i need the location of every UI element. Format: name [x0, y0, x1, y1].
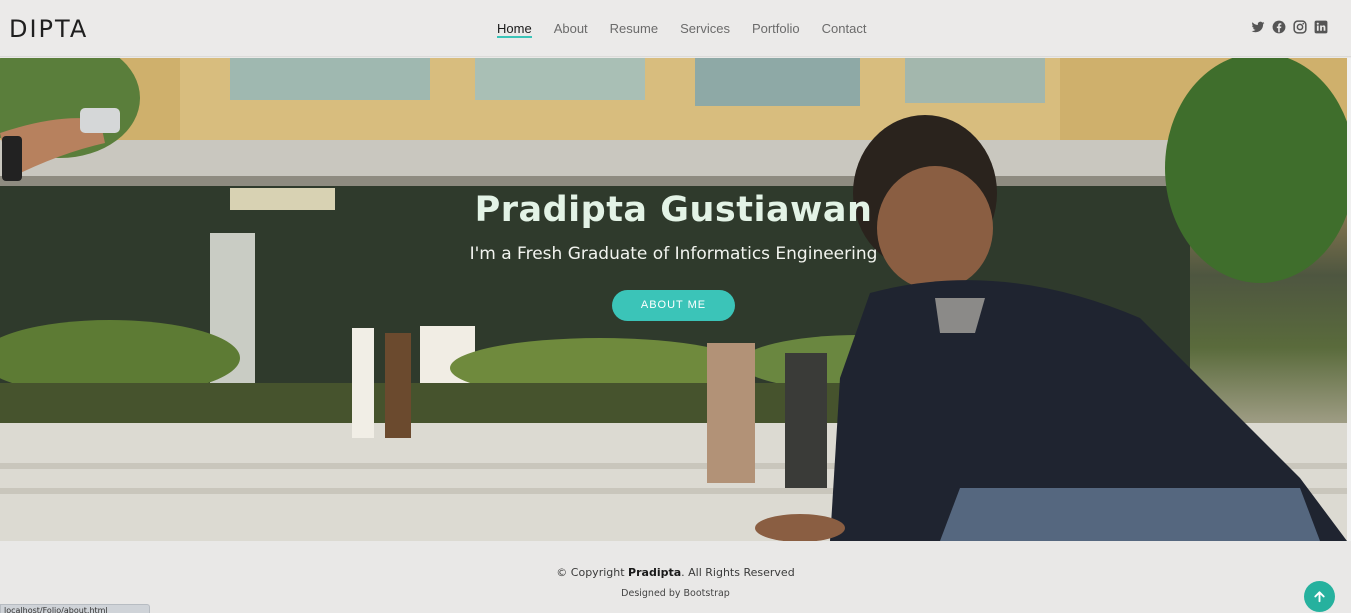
hero-title: Pradipta Gustiawan [474, 190, 873, 230]
twitter-icon[interactable] [1251, 20, 1265, 34]
nav-portfolio[interactable]: Portfolio [741, 0, 811, 57]
page-scrollbar[interactable] [1347, 58, 1351, 541]
site-logo[interactable]: DIPTA [9, 15, 88, 43]
site-header: DIPTA Home About Resume Services Portfol… [0, 0, 1351, 57]
status-bar-url: localhost/Folio/about.html [0, 604, 150, 613]
copyright-name: Pradipta [628, 566, 682, 579]
main-nav: Home About Resume Services Portfolio Con… [486, 0, 877, 57]
social-links [1251, 20, 1328, 34]
footer-credits[interactable]: Designed by Bootstrap [0, 588, 1351, 599]
nav-home[interactable]: Home [486, 0, 543, 57]
linkedin-icon[interactable] [1314, 20, 1328, 34]
facebook-icon[interactable] [1272, 20, 1286, 34]
footer-copyright: © Copyright Pradipta. All Rights Reserve… [0, 566, 1351, 579]
instagram-icon[interactable] [1293, 20, 1307, 34]
nav-resume[interactable]: Resume [599, 0, 669, 57]
hero-subtitle: I'm a Fresh Graduate of Informatics Engi… [469, 244, 878, 264]
arrow-up-icon [1314, 591, 1325, 603]
hero-section: Pradipta Gustiawan I'm a Fresh Graduate … [0, 58, 1347, 541]
about-me-button[interactable]: ABOUT ME [612, 290, 735, 321]
copyright-suffix: . All Rights Reserved [681, 566, 795, 579]
back-to-top-button[interactable] [1304, 581, 1335, 612]
nav-services[interactable]: Services [669, 0, 741, 57]
copyright-prefix: © Copyright [556, 566, 629, 579]
nav-about[interactable]: About [543, 0, 599, 57]
nav-contact[interactable]: Contact [811, 0, 878, 57]
